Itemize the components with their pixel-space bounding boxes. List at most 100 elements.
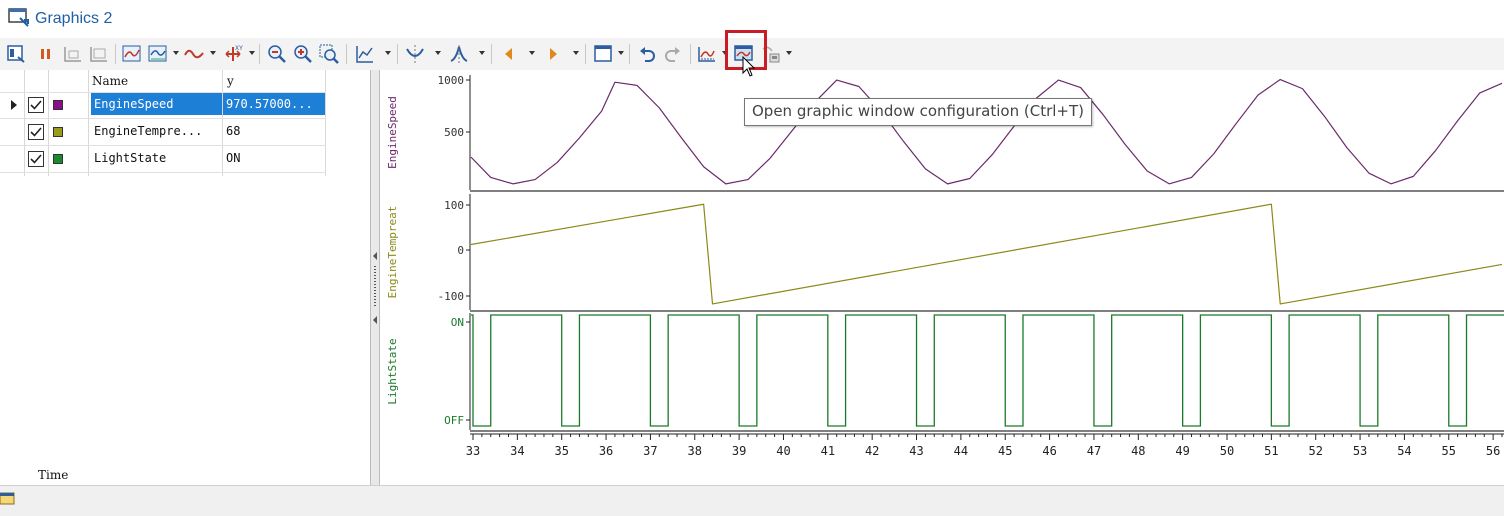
toolbar-separator [397, 44, 398, 64]
toolbar-separator [629, 44, 630, 64]
x-tick-label: 49 [1175, 444, 1189, 458]
y-tick-label: 500 [444, 126, 464, 139]
toolbar-separator [690, 44, 691, 64]
waveform-icon[interactable] [183, 43, 205, 65]
lightstate-series-line [471, 314, 1504, 427]
signal-name: LightState [94, 151, 167, 165]
signal-row-lightstate[interactable]: LightState ON [0, 146, 370, 172]
cursor-measure-dropdown[interactable] [435, 51, 441, 55]
xy-mode-dropdown[interactable] [249, 51, 255, 55]
waveform-dropdown[interactable] [210, 51, 216, 55]
toolbar-tooltip: Open graphic window configuration (Ctrl+… [744, 98, 1092, 126]
svg-text:XY: XY [235, 45, 243, 52]
toolbar-separator [346, 44, 347, 64]
zoom-in-icon[interactable] [266, 43, 288, 65]
signal-value: ON [226, 151, 241, 165]
graph-layout-icon[interactable] [121, 43, 143, 65]
next-marker-dropdown[interactable] [573, 51, 579, 55]
x-tick-label: 38 [688, 444, 702, 458]
y-tick-label: OFF [444, 414, 464, 427]
signal-grid-header: Name y [0, 70, 370, 92]
signal-list-panel: Name y EngineSpeed 970.57000... EngineTe… [0, 70, 371, 485]
x-tick-label: 34 [510, 444, 524, 458]
x-tick-label: 54 [1397, 444, 1411, 458]
xy-mode-icon[interactable]: XY [222, 43, 244, 65]
graph-style-icon[interactable] [147, 43, 169, 65]
column-header-y[interactable]: y [227, 74, 234, 88]
x-tick-label: 45 [998, 444, 1012, 458]
signal-color-swatch[interactable] [53, 100, 63, 110]
x-tick-label: 40 [776, 444, 790, 458]
x-tick-label: 47 [1087, 444, 1101, 458]
signal-list-icon[interactable] [6, 43, 28, 65]
grid-line [0, 172, 326, 173]
signal-row-enginespeed[interactable]: EngineSpeed 970.57000... [0, 92, 370, 118]
signal-visibility-checkbox[interactable] [28, 97, 44, 113]
chart-type-icon[interactable] [354, 43, 376, 65]
window-frame-dropdown[interactable] [618, 51, 624, 55]
x-tick-label: 42 [865, 444, 879, 458]
signal-name: EngineTempre... [94, 124, 203, 138]
previous-marker-icon[interactable] [498, 43, 520, 65]
x-tick-label: 46 [1042, 444, 1056, 458]
signal-charts[interactable]: EngineSpeed1000500EngineTempreat1000-100… [380, 70, 1504, 485]
x-tick-label: 51 [1264, 444, 1278, 458]
toolbar-separator [259, 44, 260, 64]
toolbar-separator [115, 44, 116, 64]
status-window-icon [0, 491, 16, 507]
graphics-chart-area[interactable]: EngineSpeed 1000 500 EngineTempreat 100 0 -100… [380, 70, 1504, 485]
signal-color-swatch[interactable] [53, 127, 63, 137]
zoom-box-icon[interactable] [318, 43, 340, 65]
y-axis-label: LightState [386, 338, 399, 404]
column-header-name[interactable]: Name [92, 74, 128, 88]
x-tick-label: 39 [732, 444, 746, 458]
graph-style-dropdown[interactable] [173, 51, 179, 55]
signal-name: EngineSpeed [91, 93, 222, 115]
x-tick-label: 50 [1220, 444, 1234, 458]
zoom-out-icon[interactable] [292, 43, 314, 65]
fit-width-icon[interactable] [62, 43, 84, 65]
panel-splitter[interactable] [370, 70, 380, 485]
toolbar-separator [585, 44, 586, 64]
y-tick-label: ON [451, 316, 464, 329]
redo-icon[interactable] [662, 43, 684, 65]
x-tick-label: 35 [554, 444, 568, 458]
peak-dropdown[interactable] [479, 51, 485, 55]
fit-all-icon[interactable] [88, 43, 110, 65]
undo-icon[interactable] [636, 43, 658, 65]
previous-marker-dropdown[interactable] [529, 51, 535, 55]
signal-visibility-checkbox[interactable] [28, 124, 44, 140]
y-tick-label: -100 [438, 290, 465, 303]
signal-row-enginetemperature[interactable]: EngineTempre... 68 [0, 119, 370, 145]
cursor-measure-icon[interactable] [404, 43, 426, 65]
signal-value: 970.57000... [223, 93, 325, 115]
peak-icon[interactable] [448, 43, 470, 65]
x-tick-label: 36 [599, 444, 613, 458]
x-tick-label: 48 [1131, 444, 1145, 458]
pause-icon[interactable] [36, 43, 58, 65]
enginetemperature-series-line [470, 203, 1503, 305]
signal-visibility-checkbox[interactable] [28, 151, 44, 167]
next-marker-icon[interactable] [542, 43, 564, 65]
y-axis-label: EngineSpeed [386, 96, 399, 169]
x-tick-label: 41 [821, 444, 835, 458]
x-tick-label: 33 [466, 444, 480, 458]
signal-color-swatch[interactable] [53, 154, 63, 164]
y-tick-label: 100 [444, 199, 464, 212]
x-tick-label: 53 [1353, 444, 1367, 458]
window-frame-icon[interactable] [592, 43, 614, 65]
export-icon[interactable] [696, 43, 718, 65]
current-row-arrow-icon [11, 100, 17, 110]
x-tick-label: 52 [1308, 444, 1322, 458]
print-dropdown[interactable] [786, 51, 792, 55]
time-axis-label: Time [38, 468, 69, 482]
x-tick-label: 44 [954, 444, 968, 458]
window-title: Graphics 2 [35, 10, 113, 27]
chart-type-dropdown[interactable] [385, 51, 391, 55]
y-tick-label: 0 [457, 244, 464, 257]
x-tick-label: 55 [1442, 444, 1456, 458]
y-tick-label: 1000 [438, 74, 465, 87]
toolbar-separator [491, 44, 492, 64]
status-bar [0, 485, 1504, 516]
x-tick-label: 56 [1486, 444, 1500, 458]
